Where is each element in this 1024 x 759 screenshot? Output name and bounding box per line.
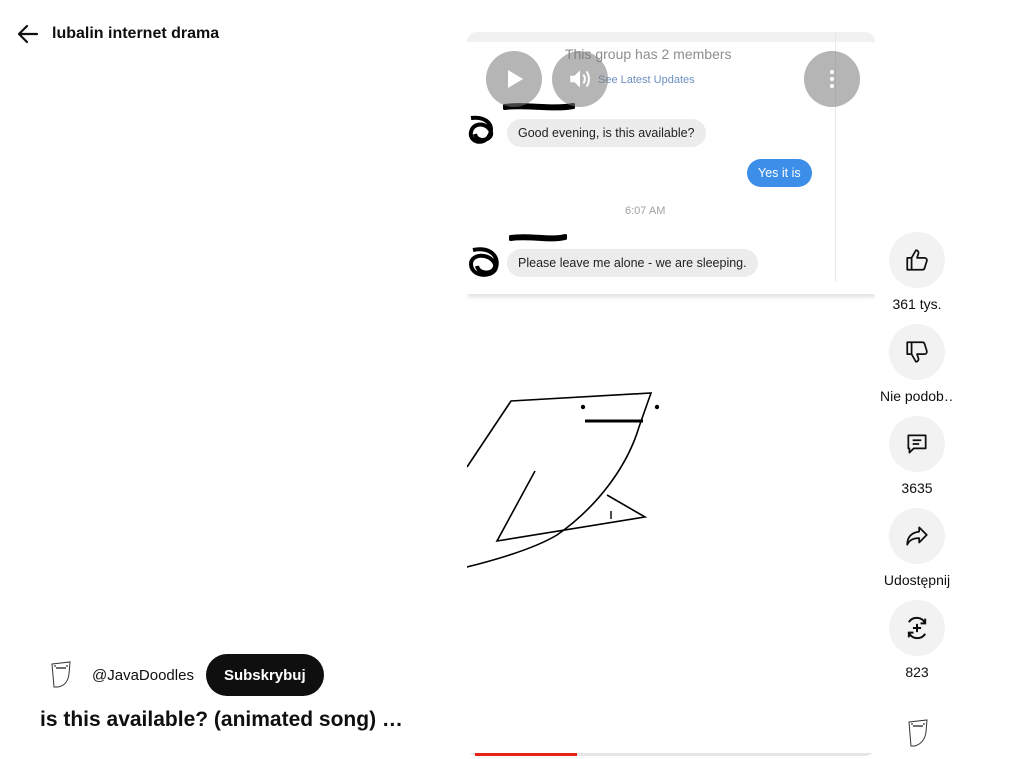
like-count: 361 tys. [892, 296, 942, 312]
chat-message-2: Yes it is [747, 159, 812, 187]
video-player[interactable]: This group has 2 members See Latest Upda… [467, 32, 875, 756]
thumb-up-icon [906, 249, 928, 271]
chat-message-1: Good evening, is this available? [507, 119, 706, 147]
play-icon [508, 70, 523, 88]
comment-icon [907, 434, 927, 454]
remix-button[interactable] [889, 600, 945, 656]
like-button[interactable] [889, 232, 945, 288]
video-title[interactable]: is this available? (animated song) … [40, 708, 440, 732]
like-action: 361 tys. [880, 232, 954, 312]
chat-message-3: Please leave me alone - we are sleeping. [507, 249, 758, 277]
remix-icon [907, 616, 927, 640]
comments-button[interactable] [889, 416, 945, 472]
remix-action: 823 [880, 600, 954, 680]
share-icon [906, 526, 928, 546]
subscribe-button[interactable]: Subskrybuj [205, 654, 324, 696]
play-button[interactable] [486, 51, 542, 107]
channel-row: @JavaDoodles Subskrybuj [42, 654, 324, 696]
page-header: lubalin internet drama [14, 20, 219, 48]
more-vert-icon [830, 70, 834, 88]
next-video-thumbnail[interactable] [901, 716, 935, 754]
latest-updates-link: See Latest Updates [598, 74, 695, 86]
share-label: Udostępnij [883, 572, 951, 588]
doodle-drawing [467, 392, 660, 568]
chat-timestamp: 6:07 AM [625, 205, 666, 217]
arrow-left-icon [17, 24, 39, 44]
progress-fill [475, 753, 577, 756]
avatar-scribble [468, 115, 494, 144]
share-action: Udostępnij [880, 508, 954, 588]
chat-top-strip [467, 32, 875, 42]
channel-avatar[interactable] [42, 656, 80, 694]
comment-count: 3635 [901, 480, 933, 496]
channel-name[interactable]: @JavaDoodles [92, 667, 194, 684]
thumb-down-icon [906, 341, 928, 363]
more-options-button[interactable] [804, 51, 860, 107]
dislike-action: Nie podob… [880, 324, 954, 404]
volume-icon [570, 70, 590, 88]
comments-action: 3635 [880, 416, 954, 496]
dislike-label: Nie podob… [880, 388, 954, 404]
redaction-scribble [509, 234, 567, 242]
progress-bar[interactable] [467, 753, 875, 756]
volume-button[interactable] [552, 51, 608, 107]
avatar-scribble [468, 247, 499, 277]
share-button[interactable] [889, 508, 945, 564]
dislike-button[interactable] [889, 324, 945, 380]
remix-count: 823 [905, 664, 929, 680]
page-title: lubalin internet drama [52, 25, 220, 42]
back-button[interactable] [14, 20, 42, 48]
